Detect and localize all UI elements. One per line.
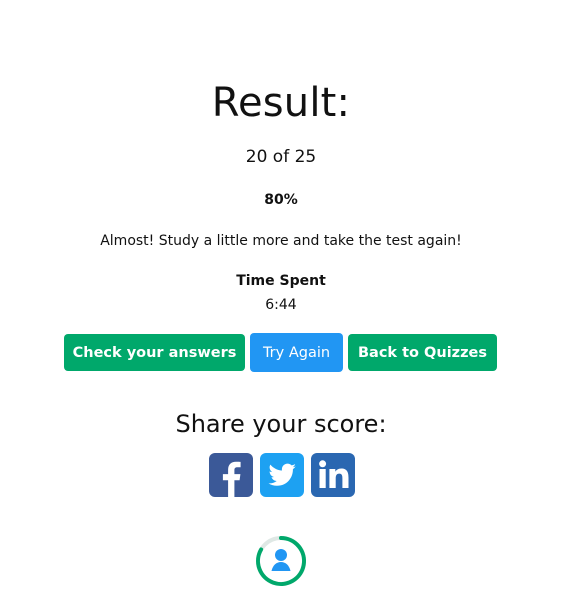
user-avatar-progress (254, 534, 308, 588)
twitter-icon[interactable] (260, 453, 304, 497)
quiz-result-panel: Result: 20 of 25 80% Almost! Study a lit… (0, 0, 562, 598)
time-spent-label: Time Spent (236, 273, 326, 289)
back-to-quizzes-button[interactable]: Back to Quizzes (348, 334, 497, 371)
result-message: Almost! Study a little more and take the… (100, 233, 462, 249)
check-answers-button[interactable]: Check your answers (64, 334, 245, 371)
facebook-icon[interactable] (209, 453, 253, 497)
score-text: 20 of 25 (245, 147, 317, 167)
time-spent-value: 6:44 (265, 297, 297, 313)
share-icons (209, 453, 355, 497)
share-title: Share your score: (175, 410, 387, 438)
result-title: Result: (211, 80, 351, 126)
try-again-button[interactable]: Try Again (250, 333, 343, 372)
linkedin-icon[interactable] (311, 453, 355, 497)
percent-text: 80% (264, 192, 298, 208)
